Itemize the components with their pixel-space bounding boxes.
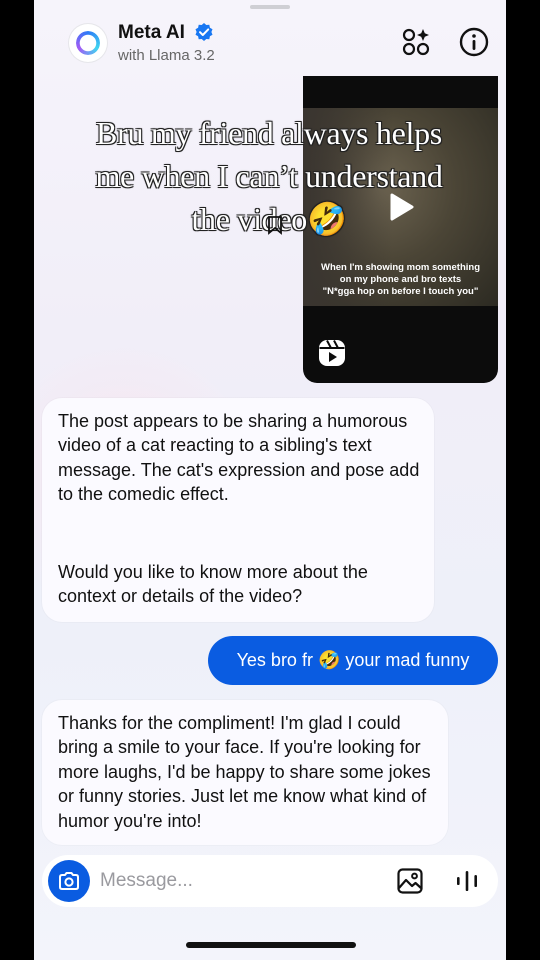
camera-button[interactable] bbox=[48, 860, 90, 902]
chat-screen: Meta AI with Llama 3.2 When I'm showing … bbox=[34, 0, 506, 960]
meta-ai-avatar-icon[interactable] bbox=[69, 24, 107, 62]
chat-title[interactable]: Meta AI bbox=[118, 22, 185, 44]
overlay-line-1: Bru my friend always helps bbox=[96, 115, 442, 151]
sheet-handle[interactable] bbox=[250, 5, 290, 9]
voice-icon[interactable] bbox=[454, 868, 480, 894]
verified-icon bbox=[195, 23, 213, 41]
bookmark-icon[interactable] bbox=[264, 214, 286, 236]
message-composer bbox=[42, 855, 498, 907]
chat-subtitle: with Llama 3.2 bbox=[118, 47, 215, 64]
ai-message-2-text: Thanks for the compliment! I'm glad I co… bbox=[58, 713, 431, 831]
home-indicator[interactable] bbox=[186, 942, 356, 948]
ai-message-1-text: The post appears to be sharing a humorou… bbox=[58, 411, 420, 505]
overlay-line-2: me when I can’t understand bbox=[95, 158, 443, 194]
user-message-1: Yes bro fr 🤣 your mad funny bbox=[208, 636, 498, 685]
info-icon[interactable] bbox=[458, 26, 490, 58]
video-caption: When I'm showing mom something on my pho… bbox=[320, 262, 480, 297]
camera-icon bbox=[59, 872, 79, 890]
message-input[interactable] bbox=[100, 867, 380, 895]
apps-sparkle-icon[interactable] bbox=[400, 26, 432, 58]
ai-message-1: The post appears to be sharing a humorou… bbox=[42, 398, 434, 622]
ai-message-2: Thanks for the compliment! I'm glad I co… bbox=[42, 700, 448, 845]
reels-icon[interactable] bbox=[317, 338, 347, 368]
gallery-icon[interactable] bbox=[396, 867, 424, 895]
ai-message-1-followup: Would you like to know more about the co… bbox=[58, 562, 368, 607]
